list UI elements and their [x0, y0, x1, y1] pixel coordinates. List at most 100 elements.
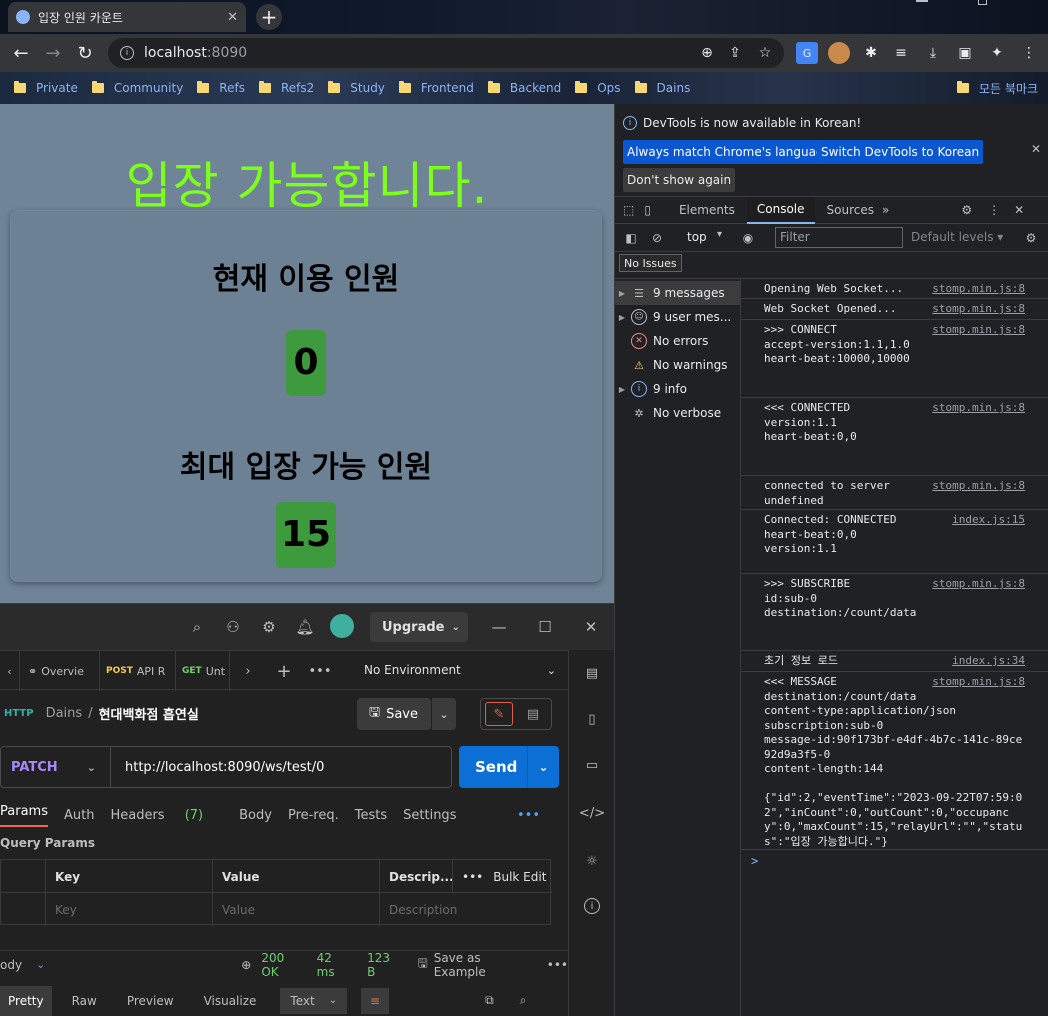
log-source-link[interactable]: stomp.min.js:8 — [932, 675, 1025, 690]
close-icon[interactable]: ✕ — [1029, 142, 1043, 156]
info-icon[interactable]: i — [584, 898, 600, 914]
minimize-icon[interactable] — [916, 0, 928, 2]
sidebar-toggle-icon[interactable]: ◧ — [623, 230, 639, 246]
bookmark-private[interactable]: Private — [14, 81, 78, 95]
scroll-left-icon[interactable]: ‹ — [0, 651, 20, 691]
console-prompt[interactable]: > — [751, 854, 758, 868]
breadcrumb-parent[interactable]: Dains — [46, 706, 83, 721]
log-source-link[interactable]: stomp.min.js:8 — [932, 401, 1025, 416]
tab-params[interactable]: Params — [0, 804, 48, 827]
tab-get-untitled[interactable]: GET Unt — [176, 651, 230, 691]
save-button[interactable]: 🖫︎ Save — [357, 698, 431, 730]
playlist-icon[interactable]: ≡ — [890, 42, 912, 64]
save-as-example-button[interactable]: Save as Example — [434, 951, 535, 979]
all-bookmarks[interactable]: 모든 북마크 — [956, 72, 1038, 104]
tab-post-api[interactable]: POST API R — [100, 651, 176, 691]
log-source-link[interactable]: stomp.min.js:8 — [932, 282, 1025, 297]
share-icon[interactable]: ⇪ — [724, 42, 746, 64]
filter-info[interactable]: ▶ i 9 info — [615, 377, 740, 401]
log-source-link[interactable]: stomp.min.js:8 — [932, 323, 1025, 338]
send-dropdown-icon[interactable]: ⌄ — [527, 746, 559, 788]
lightbulb-icon[interactable]: ☼ — [581, 850, 603, 872]
filter-user-messages[interactable]: ▶ ☺ 9 user mes... — [615, 305, 740, 329]
translate-extension-icon[interactable]: G — [796, 42, 818, 64]
pencil-icon[interactable]: ✎ — [485, 702, 513, 726]
documentation-icon[interactable]: ▯ — [581, 708, 603, 730]
search-icon[interactable]: ⌕ — [186, 616, 208, 638]
tab-elements[interactable]: Elements — [679, 203, 735, 217]
more-icon[interactable]: ••• — [309, 661, 332, 681]
comment-icon[interactable]: ▤ — [519, 702, 547, 726]
gear-icon[interactable]: ⚙ — [258, 616, 280, 638]
puzzle-icon[interactable]: ✱ — [860, 42, 882, 64]
bookmark-ops[interactable]: Ops — [575, 81, 621, 95]
tab-settings[interactable]: Settings — [403, 808, 456, 823]
tab-auth[interactable]: Auth — [64, 808, 94, 823]
format-select[interactable]: Text ⌄ — [280, 987, 348, 1014]
tab-pretty[interactable]: Pretty — [0, 985, 52, 1016]
bookmark-refs2[interactable]: Refs2 — [258, 81, 314, 95]
response-body-selector[interactable]: ody — [0, 958, 22, 972]
tab-visualize[interactable]: Visualize — [204, 994, 257, 1008]
match-language-button[interactable]: Always match Chrome's language — [623, 140, 835, 164]
tab-sources[interactable]: Sources — [827, 203, 874, 217]
search-icon[interactable]: ⌕ — [520, 993, 527, 1008]
tab-overview[interactable]: ⚭ Overvie — [22, 651, 100, 691]
more-tabs-icon[interactable]: » — [882, 203, 889, 217]
forward-arrow-icon[interactable]: → — [40, 40, 66, 66]
dont-show-again-button[interactable]: Don't show again — [623, 168, 736, 192]
avatar[interactable] — [330, 614, 354, 638]
environment-quicklook-icon[interactable]: ▤ — [581, 662, 603, 684]
tab-prereq[interactable]: Pre-req. — [288, 808, 339, 823]
star-icon[interactable]: ☆ — [754, 42, 776, 64]
filter-messages[interactable]: ▶ ☰ 9 messages — [615, 281, 740, 305]
globe-icon[interactable]: ⊕ — [241, 958, 251, 972]
log-source-link[interactable]: stomp.min.js:8 — [932, 577, 1025, 592]
log-source-link[interactable]: index.js:15 — [952, 513, 1025, 528]
download-icon[interactable]: ⤓ — [922, 42, 944, 64]
tab-console[interactable]: Console — [746, 196, 815, 224]
browser-tab[interactable]: 입장 인원 카운트 ✕ — [8, 2, 246, 32]
log-source-link[interactable]: stomp.min.js:8 — [932, 302, 1025, 317]
clear-console-icon[interactable]: ⊘ — [649, 230, 665, 246]
environment-selector[interactable]: No Environment ⌄ — [346, 650, 568, 690]
bookmark-study[interactable]: Study — [328, 81, 385, 95]
info-icon[interactable]: i — [120, 46, 134, 60]
new-tab-plus-icon[interactable]: + — [274, 661, 294, 682]
bookmark-community[interactable]: Community — [91, 81, 183, 95]
response-size[interactable]: 123 B — [367, 951, 401, 979]
code-icon[interactable]: </> — [579, 802, 605, 824]
status-code[interactable]: 200 OK — [261, 951, 304, 979]
kebab-icon[interactable]: ⋮ — [988, 203, 1000, 217]
menu-kebab-icon[interactable]: ⋮ — [1018, 42, 1040, 64]
copy-icon[interactable]: ⧉ — [485, 993, 494, 1008]
gear-icon[interactable]: ⚙ — [961, 203, 972, 217]
back-arrow-icon[interactable]: ← — [8, 40, 34, 66]
issues-button[interactable]: No Issues — [619, 254, 682, 272]
bookmark-backend[interactable]: Backend — [487, 81, 561, 95]
send-button[interactable]: Send ⌄ — [459, 746, 559, 788]
log-source-link[interactable]: index.js:34 — [952, 654, 1025, 669]
tab-body[interactable]: Body — [239, 808, 272, 823]
context-select[interactable]: top — [687, 230, 707, 244]
url-input[interactable]: http://localhost:8090/ws/test/0 — [111, 760, 324, 775]
switch-korean-button[interactable]: Switch DevTools to Korean — [817, 140, 984, 164]
key-input[interactable]: Key — [45, 893, 213, 926]
filter-warnings[interactable]: ⚠ No warnings — [615, 353, 740, 377]
invite-user-icon[interactable]: ⚇ — [222, 616, 244, 638]
address-bar[interactable]: i localhost:8090 ⊕ ⇪ ☆ — [108, 38, 784, 68]
tab-raw[interactable]: Raw — [72, 994, 97, 1008]
zoom-icon[interactable]: ⊕ — [696, 42, 718, 64]
avatar-extension-icon[interactable] — [828, 42, 850, 64]
method-select[interactable]: PATCH ⌄ — [1, 747, 111, 787]
request-name[interactable]: 현대백화점 흡연실 — [99, 704, 199, 723]
response-time[interactable]: 42 ms — [317, 951, 353, 979]
close-icon[interactable]: ✕ — [1014, 203, 1024, 217]
bell-icon[interactable]: 🔔︎ — [294, 616, 316, 638]
maximize-icon[interactable]: ☐ — [534, 616, 556, 638]
upgrade-button[interactable]: Upgrade ⌄ — [370, 612, 468, 642]
filter-errors[interactable]: ✕ No errors — [615, 329, 740, 353]
filter-verbose[interactable]: ✲ No verbose — [615, 401, 740, 425]
bookmark-dains[interactable]: Dains — [634, 81, 690, 95]
close-icon[interactable]: ✕ — [227, 10, 238, 25]
